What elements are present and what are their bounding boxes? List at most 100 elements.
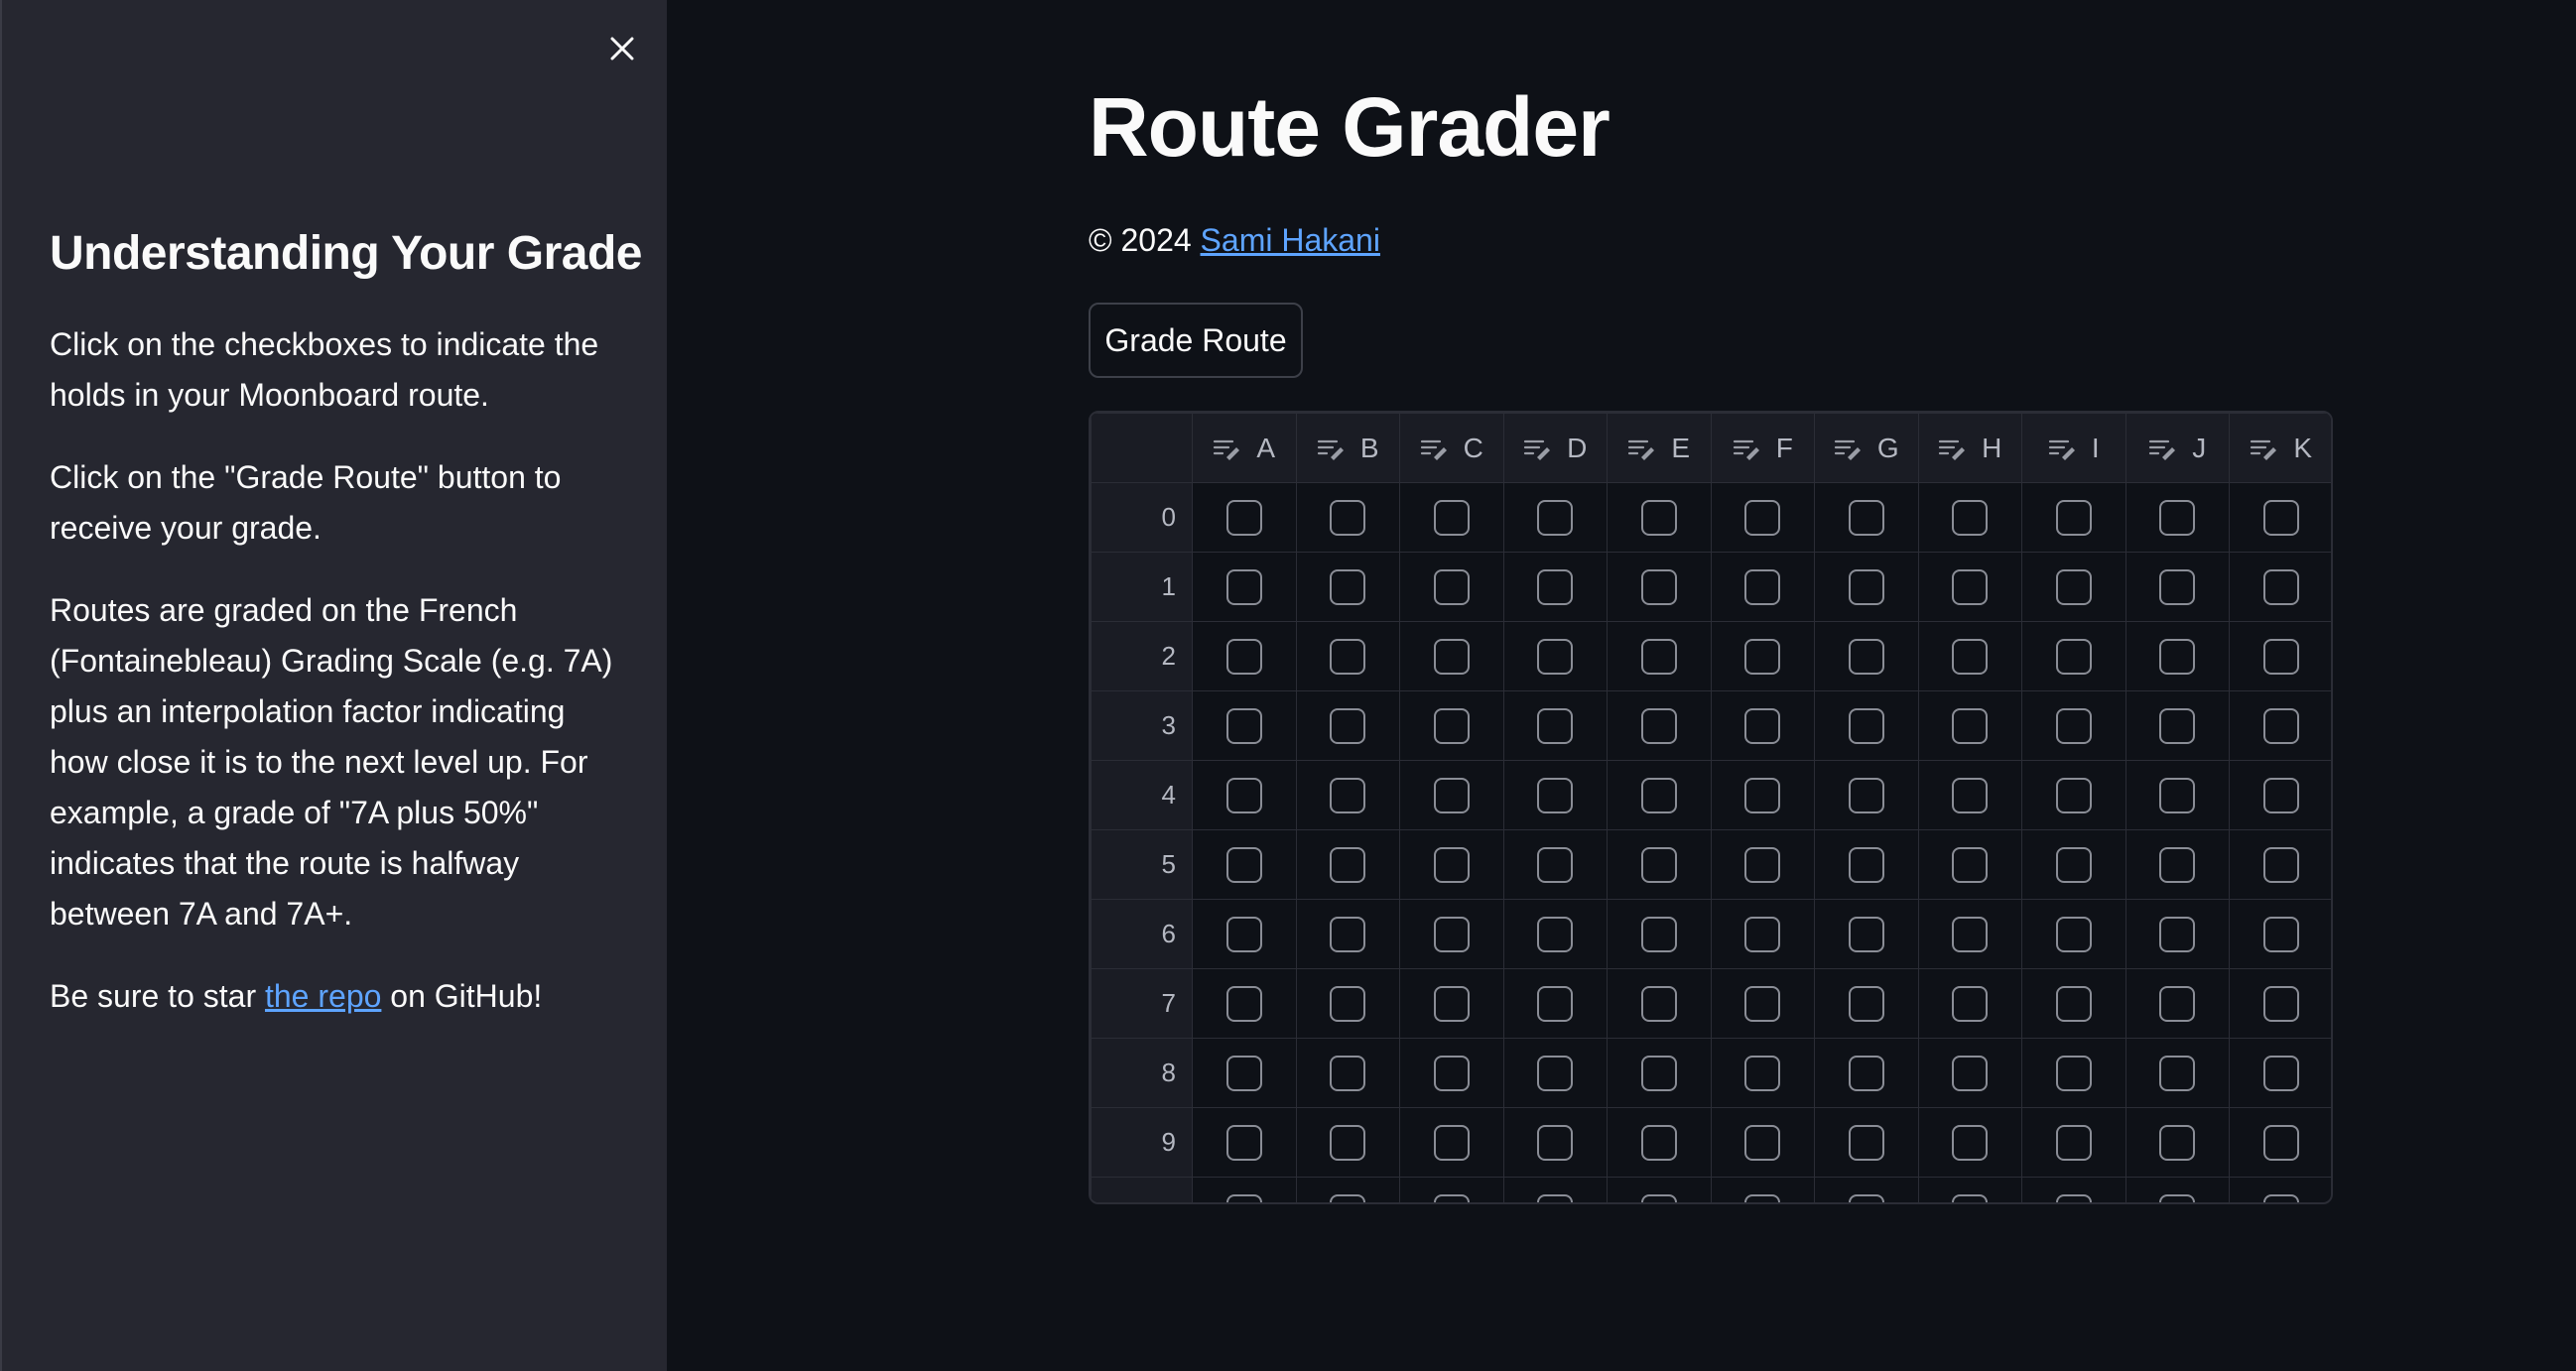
hold-checkbox[interactable] [1433, 1193, 1470, 1202]
grade-route-button[interactable]: Grade Route [1089, 303, 1303, 378]
grid-cell[interactable] [2229, 1038, 2331, 1108]
hold-checkbox-a4[interactable] [1225, 777, 1262, 813]
grid-cell[interactable] [1917, 552, 2022, 622]
grid-cell[interactable] [2229, 760, 2331, 830]
hold-checkbox[interactable] [2262, 1193, 2299, 1202]
hold-checkbox-c7[interactable] [1433, 985, 1470, 1022]
hold-checkbox-h0[interactable] [1952, 499, 1989, 536]
grid-cell[interactable] [1502, 690, 1608, 761]
hold-checkbox-d0[interactable] [1537, 499, 1574, 536]
grid-cell[interactable] [1295, 829, 1400, 900]
hold-checkbox[interactable] [1225, 1193, 1262, 1202]
grid-cell[interactable] [2021, 899, 2126, 969]
grid-cell[interactable] [2021, 552, 2126, 622]
hold-checkbox-g5[interactable] [1848, 846, 1884, 883]
grid-cell[interactable] [1607, 690, 1712, 761]
grid-cell[interactable] [2125, 760, 2230, 830]
grid-cell[interactable] [1917, 968, 2022, 1039]
hold-checkbox-g7[interactable] [1848, 985, 1884, 1022]
grid-cell[interactable] [1399, 829, 1504, 900]
hold-checkbox-j6[interactable] [2159, 916, 2196, 952]
hold-checkbox[interactable] [1952, 1193, 1989, 1202]
grid-cell[interactable] [1295, 1177, 1400, 1202]
hold-checkbox-k0[interactable] [2262, 499, 2299, 536]
grid-cell[interactable] [1814, 829, 1919, 900]
hold-checkbox-a1[interactable] [1225, 568, 1262, 605]
hold-checkbox-e4[interactable] [1640, 777, 1677, 813]
hold-checkbox-g6[interactable] [1848, 916, 1884, 952]
hold-checkbox-j4[interactable] [2159, 777, 2196, 813]
hold-checkbox-f5[interactable] [1744, 846, 1781, 883]
hold-checkbox-d9[interactable] [1537, 1124, 1574, 1161]
hold-checkbox-f7[interactable] [1744, 985, 1781, 1022]
hold-checkbox-a7[interactable] [1225, 985, 1262, 1022]
hold-checkbox-d4[interactable] [1537, 777, 1574, 813]
hold-checkbox-b7[interactable] [1330, 985, 1366, 1022]
hold-checkbox-c9[interactable] [1433, 1124, 1470, 1161]
hold-checkbox-c8[interactable] [1433, 1055, 1470, 1091]
hold-checkbox-b5[interactable] [1330, 846, 1366, 883]
grid-cell[interactable] [1502, 482, 1608, 553]
column-header-c[interactable]: C [1399, 413, 1504, 483]
hold-checkbox-g2[interactable] [1848, 638, 1884, 675]
hold-checkbox-a3[interactable] [1225, 707, 1262, 744]
grid-cell[interactable] [1399, 1177, 1504, 1202]
grid-cell[interactable] [2125, 1038, 2230, 1108]
grid-cell[interactable] [1607, 968, 1712, 1039]
grid-cell[interactable] [1192, 1177, 1297, 1202]
hold-checkbox-e2[interactable] [1640, 638, 1677, 675]
grid-cell[interactable] [1607, 621, 1712, 691]
grid-cell[interactable] [1192, 1107, 1297, 1178]
grid-cell[interactable] [1917, 690, 2022, 761]
grid-cell[interactable] [2229, 899, 2331, 969]
column-header-b[interactable]: B [1295, 413, 1400, 483]
grid-cell[interactable] [2125, 829, 2230, 900]
column-header-k[interactable]: K [2229, 413, 2331, 483]
grid-cell[interactable] [1710, 482, 1815, 553]
column-header-h[interactable]: H [1917, 413, 2022, 483]
hold-checkbox[interactable] [1330, 1193, 1366, 1202]
grid-cell[interactable] [1295, 690, 1400, 761]
hold-checkbox-d6[interactable] [1537, 916, 1574, 952]
author-link[interactable]: Sami Hakani [1201, 222, 1380, 258]
hold-checkbox-a2[interactable] [1225, 638, 1262, 675]
grid-cell[interactable] [1295, 621, 1400, 691]
hold-checkbox-e3[interactable] [1640, 707, 1677, 744]
hold-checkbox-d1[interactable] [1537, 568, 1574, 605]
hold-checkbox-g3[interactable] [1848, 707, 1884, 744]
grid-cell[interactable] [1295, 760, 1400, 830]
column-header-g[interactable]: G [1814, 413, 1919, 483]
grid-cell[interactable] [1502, 1038, 1608, 1108]
grid-cell[interactable] [1295, 968, 1400, 1039]
grid-cell[interactable] [1917, 1038, 2022, 1108]
grid-cell[interactable] [2125, 690, 2230, 761]
hold-checkbox-b3[interactable] [1330, 707, 1366, 744]
hold-checkbox-e0[interactable] [1640, 499, 1677, 536]
grid-cell[interactable] [1607, 1177, 1712, 1202]
holds-grid[interactable]: A B C D E F G H I J K 0123456789 [1089, 411, 2333, 1204]
hold-checkbox-j5[interactable] [2159, 846, 2196, 883]
column-header-d[interactable]: D [1502, 413, 1608, 483]
hold-checkbox[interactable] [1744, 1193, 1781, 1202]
hold-checkbox-i2[interactable] [2055, 638, 2092, 675]
hold-checkbox-c4[interactable] [1433, 777, 1470, 813]
grid-cell[interactable] [1295, 482, 1400, 553]
hold-checkbox-i4[interactable] [2055, 777, 2092, 813]
sidebar-close-button[interactable] [601, 28, 643, 69]
hold-checkbox-c0[interactable] [1433, 499, 1470, 536]
grid-cell[interactable] [2021, 1107, 2126, 1178]
grid-cell[interactable] [1917, 760, 2022, 830]
grid-cell[interactable] [1607, 1107, 1712, 1178]
hold-checkbox-h9[interactable] [1952, 1124, 1989, 1161]
grid-cell[interactable] [1710, 1177, 1815, 1202]
grid-cell[interactable] [1917, 829, 2022, 900]
grid-cell[interactable] [2125, 1177, 2230, 1202]
hold-checkbox-f8[interactable] [1744, 1055, 1781, 1091]
grid-cell[interactable] [2229, 968, 2331, 1039]
hold-checkbox-g8[interactable] [1848, 1055, 1884, 1091]
hold-checkbox-j3[interactable] [2159, 707, 2196, 744]
hold-checkbox-a0[interactable] [1225, 499, 1262, 536]
grid-cell[interactable] [2125, 552, 2230, 622]
grid-cell[interactable] [2229, 621, 2331, 691]
hold-checkbox-i5[interactable] [2055, 846, 2092, 883]
